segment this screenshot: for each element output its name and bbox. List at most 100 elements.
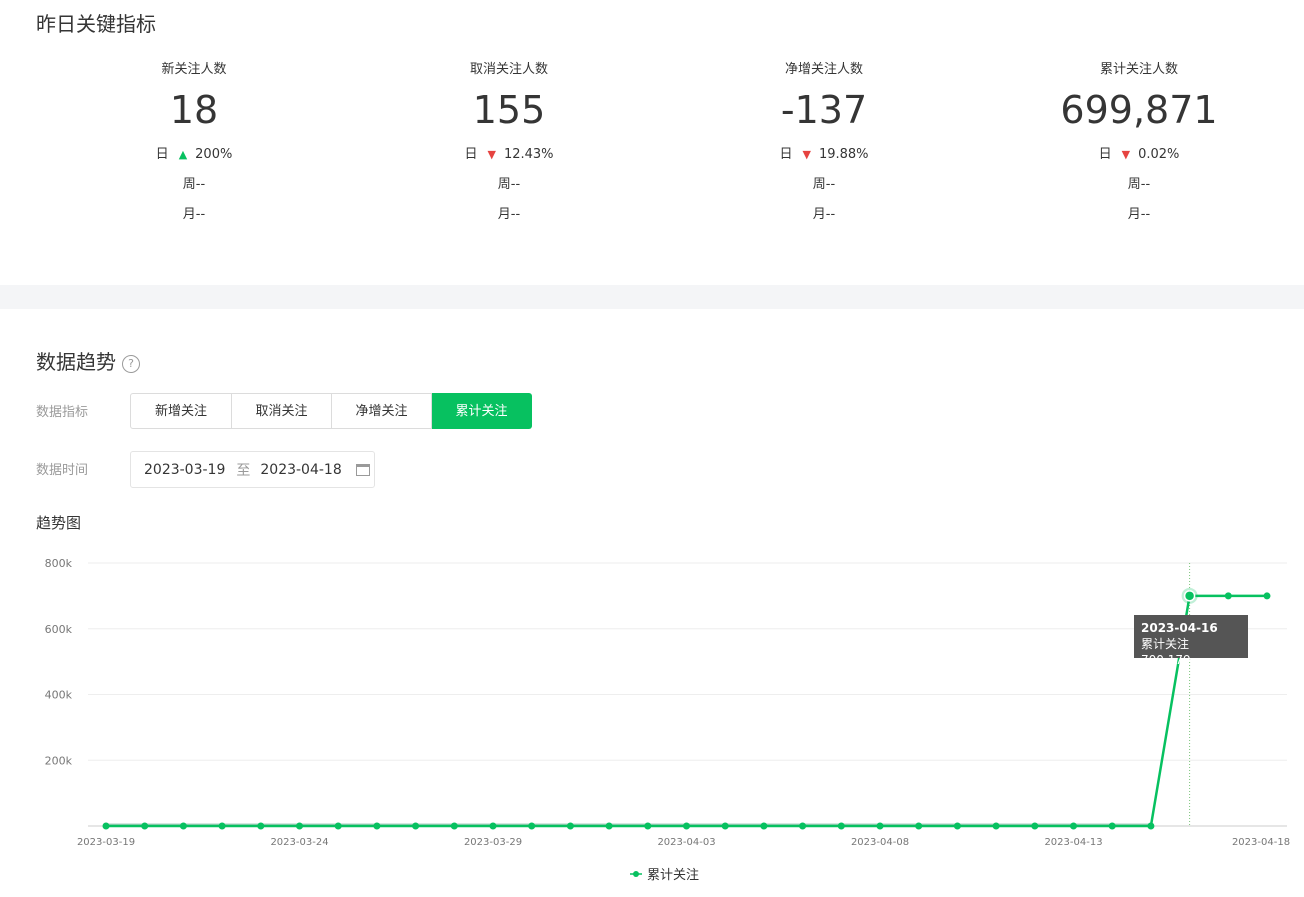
chart-tooltip: 2023-04-16 累计关注 700,179	[1134, 615, 1248, 667]
trend-title-text: 数据趋势	[36, 350, 116, 374]
data-point	[760, 822, 768, 830]
arrow-up-icon: ▲	[178, 148, 188, 161]
section-divider	[0, 285, 1304, 309]
x-tick-label: 2023-04-03	[657, 837, 715, 848]
data-point	[1263, 592, 1271, 600]
date-end[interactable]: 2023-04-18	[260, 462, 341, 478]
data-point	[566, 822, 574, 830]
kpi-day-row: 日 ▼ 19.88%	[704, 140, 944, 170]
x-tick-label: 2023-03-24	[270, 837, 328, 848]
date-separator: 至	[236, 462, 251, 479]
data-point	[450, 822, 458, 830]
series-line	[106, 594, 1268, 828]
kpi-month: 月--	[497, 207, 521, 222]
y-tick-label: 200k	[45, 754, 73, 767]
legend-label: 累计关注	[647, 868, 699, 883]
tab-new-follow[interactable]: 新增关注	[130, 393, 232, 429]
calendar-icon[interactable]	[355, 463, 370, 476]
kpi-week: 周--	[1127, 177, 1151, 192]
tooltip-text: 累计关注 700,179	[1141, 637, 1191, 667]
data-point	[1108, 822, 1116, 830]
tab-net-follow[interactable]: 净增关注	[332, 393, 432, 429]
kpi-total-followers: 累计关注人数 699,871 日 ▼ 0.02% 周-- 月--	[1019, 60, 1259, 230]
metric-label: 数据指标	[36, 405, 89, 420]
kpi-label: 新关注人数	[161, 62, 227, 77]
data-point	[528, 822, 536, 830]
kpi-value: 699,871	[1060, 88, 1218, 132]
metric-tabs: 新增关注 取消关注 净增关注 累计关注	[130, 393, 532, 429]
kpi-day-prefix: 日	[155, 147, 169, 162]
chart-title: 趋势图	[36, 514, 82, 532]
data-point	[102, 822, 110, 830]
x-tick-label: 2023-04-13	[1044, 837, 1102, 848]
data-point	[334, 822, 342, 830]
x-tick-label: 2023-03-29	[464, 837, 522, 848]
time-label: 数据时间	[36, 463, 89, 478]
data-point	[1070, 822, 1077, 830]
data-point	[953, 822, 961, 830]
kpi-week: 周--	[182, 177, 206, 192]
data-point	[605, 822, 613, 830]
kpi-month: 月--	[182, 207, 206, 222]
key-metrics-panel: 新关注人数 18 日 ▲ 200% 周-- 月-- 取消关注人数 155 日 ▼ 12.…	[36, 60, 1296, 240]
kpi-day-row: 日 ▲ 200%	[74, 140, 314, 170]
data-point	[915, 822, 923, 830]
tab-total-follow[interactable]: 累计关注	[432, 393, 532, 429]
help-icon[interactable]: ?	[122, 354, 140, 373]
date-range-picker[interactable]: 2023-03-19 至 2023-04-18	[130, 451, 375, 488]
x-tick-label: 2023-03-19	[77, 837, 135, 848]
kpi-month: 月--	[1127, 207, 1151, 222]
kpi-label: 净增关注人数	[784, 62, 863, 77]
key-metrics-title: 昨日关键指标	[36, 12, 156, 36]
data-point	[179, 822, 187, 830]
kpi-day-row: 日 ▼ 0.02%	[1019, 140, 1259, 170]
kpi-value: 18	[169, 88, 219, 132]
y-tick-label: 800k	[45, 557, 73, 570]
kpi-unfollowers: 取消关注人数 155 日 ▼ 12.43% 周-- 月--	[389, 60, 629, 230]
x-tick-label: 2023-04-18	[1232, 837, 1290, 848]
kpi-day-pct: 0.02%	[1138, 147, 1180, 162]
kpi-week: 周--	[812, 177, 836, 192]
data-point	[837, 822, 845, 830]
kpi-day-prefix: 日	[464, 147, 478, 162]
data-point	[412, 822, 420, 830]
kpi-value: -137	[780, 88, 868, 132]
data-point	[141, 822, 149, 830]
legend-marker	[633, 871, 639, 877]
data-point	[1224, 592, 1232, 600]
data-point	[799, 822, 807, 830]
kpi-day-prefix: 日	[1098, 147, 1112, 162]
data-point	[373, 822, 381, 830]
data-point	[218, 822, 226, 830]
kpi-label: 取消关注人数	[469, 62, 548, 77]
kpi-week: 周--	[497, 177, 521, 192]
kpi-net-followers: 净增关注人数 -137 日 ▼ 19.88% 周-- 月--	[704, 60, 944, 230]
data-point	[876, 822, 884, 830]
tab-unfollow[interactable]: 取消关注	[232, 393, 332, 429]
kpi-day-prefix: 日	[779, 147, 793, 162]
trend-chart[interactable]: 200k 400k 600k 800k 2023-03-19 2023-03-24 2023…	[0, 540, 1304, 897]
kpi-new-followers: 新关注人数 18 日 ▲ 200% 周-- 月--	[74, 60, 314, 230]
data-point	[992, 822, 1000, 830]
kpi-month: 月--	[812, 207, 836, 222]
tooltip-date: 2023-04-16	[1141, 621, 1218, 635]
y-tick-label: 400k	[45, 689, 73, 702]
y-tick-label: 600k	[45, 623, 73, 636]
data-point	[1031, 822, 1039, 830]
kpi-day-pct: 200%	[195, 147, 233, 162]
data-point	[1183, 590, 1196, 602]
data-point	[721, 822, 729, 830]
data-point	[644, 822, 652, 830]
kpi-value: 155	[472, 88, 546, 132]
kpi-day-row: 日 ▼ 12.43%	[389, 140, 629, 170]
x-tick-label: 2023-04-08	[851, 837, 909, 848]
kpi-day-pct: 19.88%	[818, 147, 869, 162]
data-point	[489, 822, 497, 830]
kpi-day-pct: 12.43%	[503, 147, 554, 162]
data-point	[257, 822, 265, 830]
arrow-down-icon: ▼	[1121, 148, 1131, 161]
data-point	[1147, 822, 1155, 830]
arrow-down-icon: ▼	[802, 148, 811, 161]
date-start[interactable]: 2023-03-19	[144, 462, 225, 478]
data-point	[296, 822, 303, 830]
